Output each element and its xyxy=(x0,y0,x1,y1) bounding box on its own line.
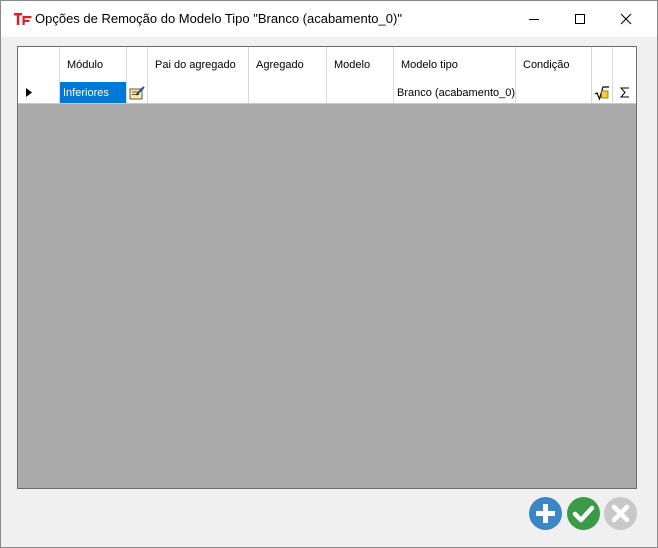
confirm-button[interactable] xyxy=(567,497,600,530)
maximize-icon xyxy=(575,14,585,24)
cell-formula[interactable] xyxy=(592,82,613,103)
cell-sum[interactable] xyxy=(613,82,636,103)
row-header-corner xyxy=(18,47,60,82)
close-button[interactable] xyxy=(603,1,649,37)
grid-header: Módulo Pai do agregado Agregado Modelo M… xyxy=(18,47,636,83)
checkmark-icon xyxy=(572,505,595,523)
column-header-condicao[interactable]: Condição xyxy=(516,47,592,82)
cell-agregado[interactable] xyxy=(249,82,327,103)
options-grid[interactable]: Módulo Pai do agregado Agregado Modelo M… xyxy=(17,46,637,489)
maximize-button[interactable] xyxy=(557,1,603,37)
column-header-modelo[interactable]: Modelo xyxy=(327,47,394,82)
table-row[interactable]: Inferiores Branco (acabamento_0) xyxy=(18,82,636,104)
title-bar[interactable]: Opções de Remoção do Modelo Tipo "Branco… xyxy=(1,1,657,37)
dialog-window: Opções de Remoção do Modelo Tipo "Branco… xyxy=(0,0,658,548)
close-icon xyxy=(620,13,632,25)
sigma-icon xyxy=(619,87,629,98)
cancel-button[interactable] xyxy=(604,497,637,530)
column-header-agregado[interactable]: Agregado xyxy=(249,47,327,82)
cell-modulo[interactable]: Inferiores xyxy=(60,82,127,103)
row-selector[interactable] xyxy=(18,82,60,103)
cell-modelo[interactable] xyxy=(327,82,394,103)
column-header-edit[interactable] xyxy=(127,47,148,82)
column-header-pai-do-agregado[interactable]: Pai do agregado xyxy=(148,47,249,82)
app-icon xyxy=(14,13,32,25)
cell-edit[interactable] xyxy=(127,82,148,103)
sqrt-formula-icon xyxy=(594,85,609,100)
column-header-modelo-tipo[interactable]: Modelo tipo xyxy=(394,47,516,82)
cell-pai-do-agregado[interactable] xyxy=(148,82,249,103)
minimize-button[interactable] xyxy=(511,1,557,37)
column-header-sum[interactable] xyxy=(613,47,636,82)
window-title: Opções de Remoção do Modelo Tipo "Branco… xyxy=(35,11,402,26)
cell-condicao[interactable] xyxy=(516,82,592,103)
edit-icon xyxy=(129,85,145,99)
column-header-modulo[interactable]: Módulo xyxy=(60,47,127,82)
plus-icon xyxy=(536,504,555,523)
add-button[interactable] xyxy=(529,497,562,530)
row-pointer-icon xyxy=(25,88,32,97)
x-icon xyxy=(611,504,630,523)
cell-modelo-tipo[interactable]: Branco (acabamento_0) xyxy=(394,82,516,103)
column-header-formula[interactable] xyxy=(592,47,613,82)
minimize-icon xyxy=(529,19,539,20)
